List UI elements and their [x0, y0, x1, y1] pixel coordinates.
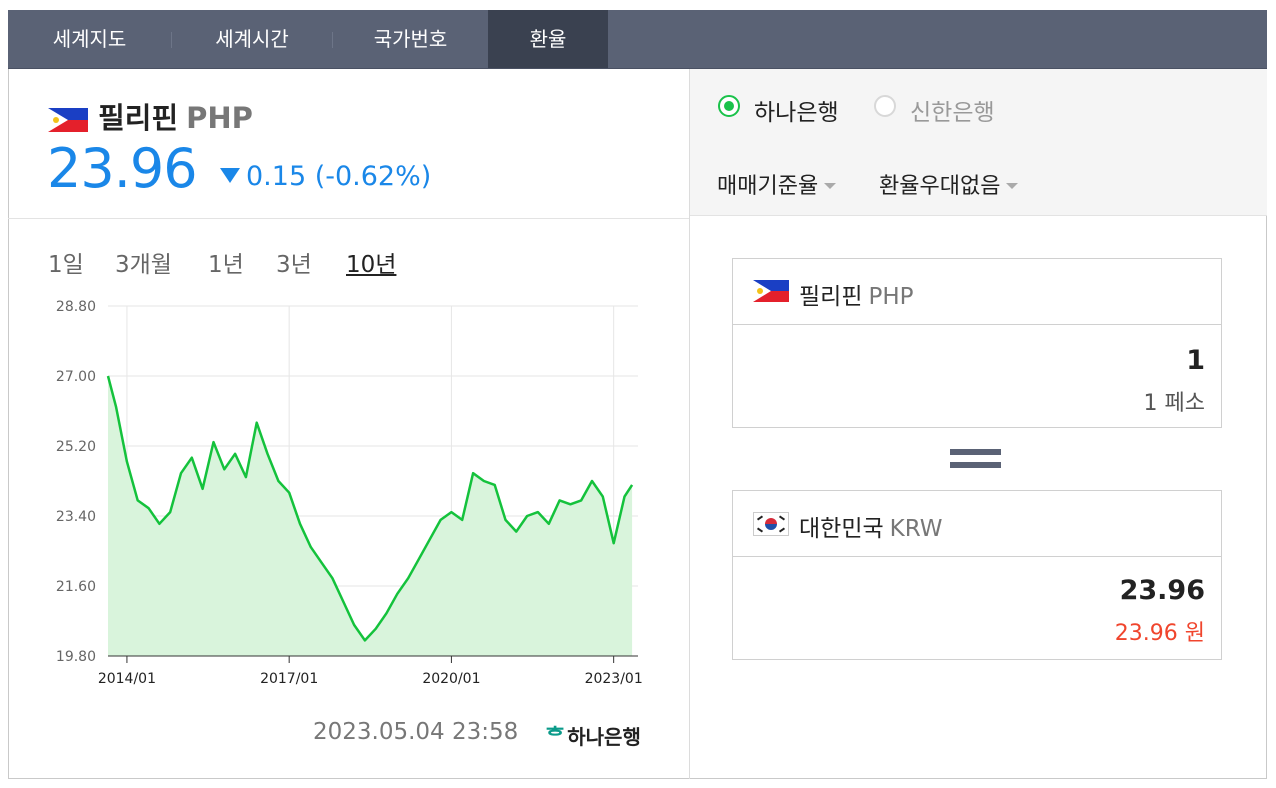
tab-country-code[interactable]: 국가번호 — [333, 10, 488, 68]
y-tick-label: 25.20 — [56, 439, 96, 455]
tab-world-time[interactable]: 세계시간 — [172, 10, 332, 68]
hana-logo-icon: ᄒ — [545, 725, 566, 750]
to-code: KRW — [889, 516, 943, 542]
philippines-flag-icon — [753, 280, 789, 302]
to-country: 대한민국 — [799, 516, 884, 542]
top-tab-bar: 세계지도 세계시간 국가번호 환율 — [8, 10, 1267, 69]
equals-icon — [950, 449, 1001, 455]
from-country: 필리핀 — [799, 284, 863, 310]
to-amount-text: 23.96 원 — [1114, 621, 1205, 646]
tab-world-map[interactable]: 세계지도 — [8, 10, 171, 68]
from-currency-header[interactable]: 필리핀 PHP — [733, 259, 1221, 325]
rate-history-chart: 28.80 27.00 25.20 23.40 21.60 19.802014/01 201… — [56, 299, 643, 687]
updated-timestamp: 2023.05.04 23:58 — [313, 719, 519, 745]
rate-options-bar: 매매기준율 환율우대없음 — [690, 144, 1267, 216]
hana-logo-text: 하나은행 — [567, 725, 641, 749]
period-3-months[interactable]: 3개월 — [115, 245, 172, 279]
preference-label: 환율우대없음 — [879, 174, 1001, 199]
rate-type-dropdown[interactable]: 매매기준율 — [717, 168, 837, 200]
radio-hana-bank[interactable] — [718, 95, 740, 117]
from-currency-box[interactable]: 필리핀 PHP 1 1 페소 — [732, 258, 1222, 428]
rate-type-label: 매매기준율 — [717, 174, 819, 199]
chevron-down-icon — [1006, 183, 1019, 189]
x-tick-label: 2023/01 — [585, 671, 643, 687]
from-amount-text: 1 페소 — [1143, 391, 1205, 416]
to-amount[interactable]: 23.96 — [1120, 575, 1205, 606]
philippines-flag-icon — [48, 108, 88, 132]
converter-panel: 하나은행 신한은행 매매기준율 환율우대없음 필리핀 PHP 1 1 페소 대한민… — [690, 69, 1267, 779]
currency-code: PHP — [186, 101, 253, 135]
bank-label-shinhan[interactable]: 신한은행 — [910, 93, 995, 127]
chevron-down-icon — [824, 183, 837, 189]
x-tick-label: 2020/01 — [422, 671, 480, 687]
rate-change: 0.15 (-0.62%) — [220, 161, 431, 192]
y-tick-label: 28.80 — [56, 299, 96, 315]
to-currency-header[interactable]: 대한민국 KRW — [733, 491, 1221, 557]
to-currency-name: 대한민국 KRW — [799, 509, 943, 543]
x-tick-label: 2014/01 — [98, 671, 156, 687]
preference-dropdown[interactable]: 환율우대없음 — [879, 168, 1019, 200]
rate-change-value: 0.15 (-0.62%) — [246, 161, 432, 192]
period-1-day[interactable]: 1일 — [48, 245, 84, 279]
y-tick-label: 23.40 — [56, 509, 96, 525]
period-3-years[interactable]: 3년 — [276, 245, 312, 279]
rate-panel: 필리핀 PHP 23.96 0.15 (-0.62%) 1일 3개월 1년 3년 … — [8, 69, 690, 779]
currency-title: 필리핀 PHP — [48, 95, 253, 137]
bank-label-hana[interactable]: 하나은행 — [754, 93, 839, 127]
currency-header: 필리핀 PHP 23.96 0.15 (-0.62%) — [8, 69, 689, 219]
down-triangle-icon — [220, 168, 240, 183]
equals-icon — [950, 462, 1001, 468]
bank-selector: 하나은행 신한은행 — [690, 69, 1267, 145]
tab-exchange-rate[interactable]: 환율 — [488, 10, 608, 68]
to-currency-box[interactable]: 대한민국 KRW 23.96 23.96 원 — [732, 490, 1222, 660]
from-amount[interactable]: 1 — [1186, 345, 1205, 376]
currency-country: 필리핀 — [98, 101, 179, 135]
period-1-year[interactable]: 1년 — [208, 245, 244, 279]
hana-bank-logo: ᄒ 하나은행 — [545, 719, 641, 751]
from-currency-name: 필리핀 PHP — [799, 277, 914, 311]
korea-flag-icon — [753, 512, 789, 536]
y-tick-label: 19.80 — [56, 649, 96, 665]
y-tick-label: 21.60 — [56, 579, 96, 595]
from-code: PHP — [868, 284, 914, 310]
radio-shinhan-bank[interactable] — [874, 95, 896, 117]
period-10-years[interactable]: 10년 — [346, 245, 396, 279]
x-tick-label: 2017/01 — [260, 671, 318, 687]
y-tick-label: 27.00 — [56, 369, 96, 385]
current-rate: 23.96 — [47, 137, 198, 200]
